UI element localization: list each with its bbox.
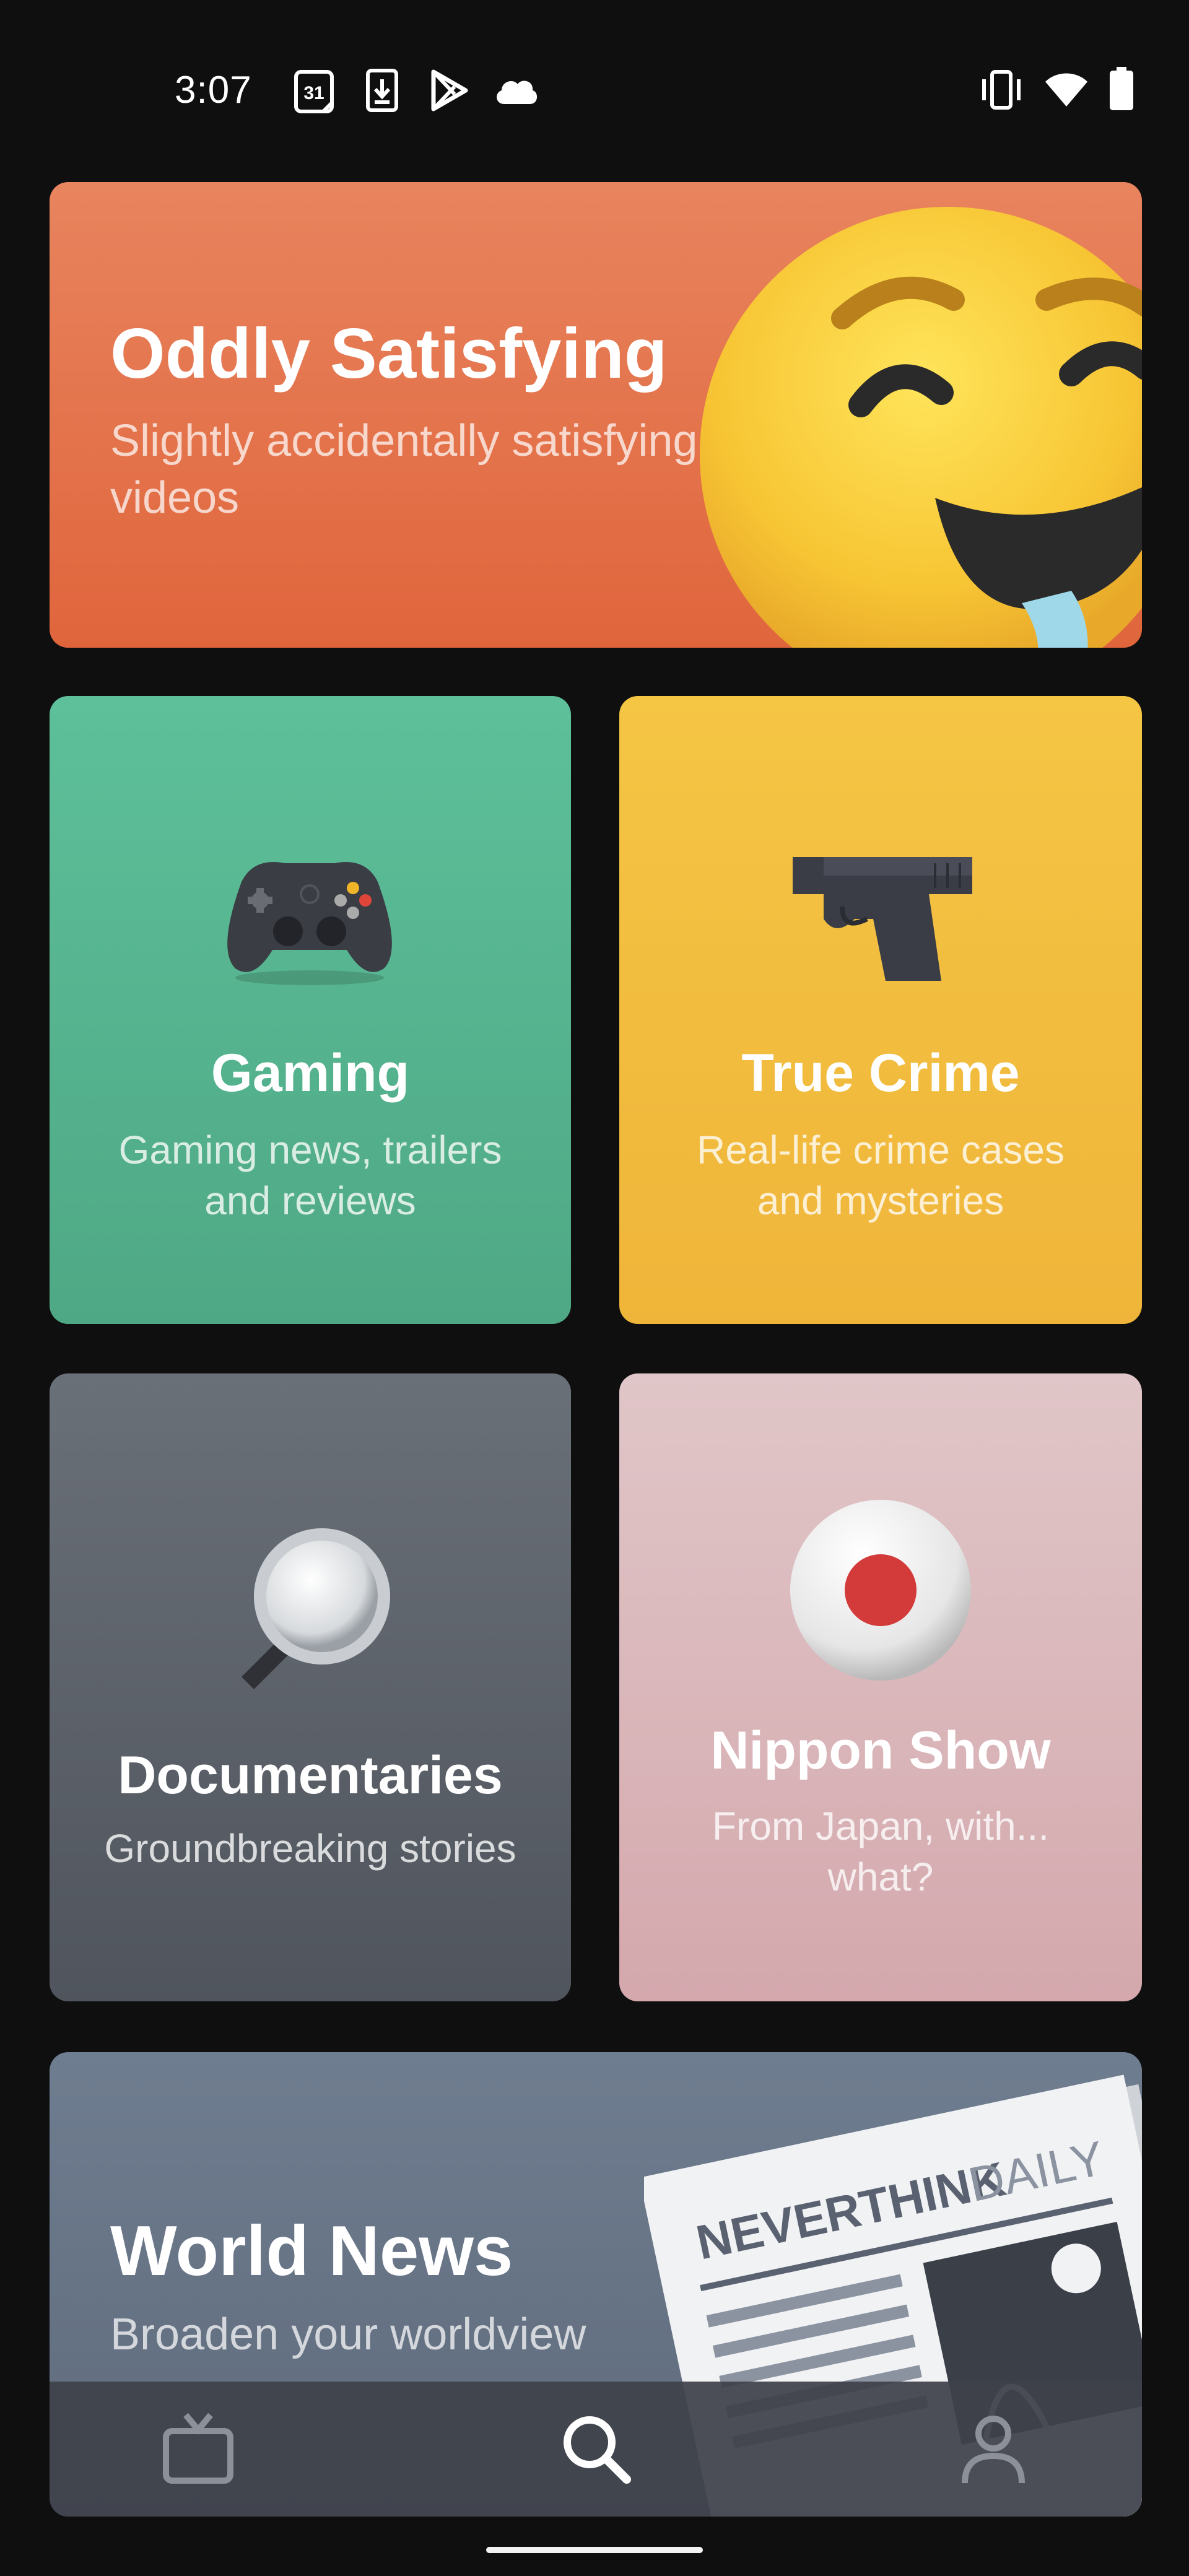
category-title: Oddly Satisfying bbox=[110, 315, 668, 393]
category-title: Gaming bbox=[211, 1043, 410, 1103]
calendar-icon: 31 bbox=[294, 68, 337, 118]
category-card-gaming[interactable]: Gaming Gaming news, trailers and reviews bbox=[50, 696, 571, 1324]
calendar-day-text: 31 bbox=[303, 83, 324, 103]
category-subtitle-line2: what? bbox=[827, 1855, 934, 1899]
category-title: World News bbox=[110, 2212, 513, 2291]
download-icon bbox=[365, 68, 399, 116]
drooling-face-icon bbox=[700, 207, 1142, 648]
pistol-icon bbox=[786, 838, 978, 990]
category-card-oddly-satisfying[interactable]: Oddly Satisfying Slightly accidentally s… bbox=[50, 182, 1142, 648]
category-subtitle-line1: Broaden your worldview bbox=[110, 2310, 586, 2359]
category-subtitle-line1: Groundbreaking stories bbox=[104, 1826, 516, 1871]
category-card-documentaries[interactable]: Documentaries Groundbreaking stories bbox=[50, 1373, 571, 2001]
category-title: True Crime bbox=[741, 1043, 1020, 1103]
category-subtitle-line2: videos bbox=[110, 473, 240, 523]
category-subtitle-line1: Real-life crime cases bbox=[697, 1128, 1065, 1172]
magnifying-glass-icon bbox=[217, 1516, 403, 1705]
play-store-icon bbox=[430, 69, 469, 115]
category-card-nippon-show[interactable]: Nippon Show From Japan, with... what? bbox=[619, 1373, 1142, 2001]
nav-profile-button[interactable] bbox=[950, 2406, 1037, 2493]
home-indicator[interactable] bbox=[486, 2547, 703, 2553]
status-bar: 3:07 31 bbox=[0, 0, 1189, 161]
category-card-true-crime[interactable]: True Crime Real-life crime cases and mys… bbox=[619, 696, 1142, 1324]
profile-icon bbox=[956, 2411, 1030, 2489]
status-time: 3:07 bbox=[175, 69, 252, 111]
category-subtitle-line1: Gaming news, trailers bbox=[118, 1128, 502, 1172]
search-icon bbox=[559, 2411, 633, 2489]
category-title: Documentaries bbox=[118, 1746, 503, 1805]
category-subtitle-line1: From Japan, with... bbox=[712, 1804, 1050, 1848]
wifi-icon bbox=[1044, 72, 1089, 111]
category-title: Nippon Show bbox=[710, 1721, 1051, 1780]
tv-icon bbox=[161, 2411, 235, 2489]
nav-search-button[interactable] bbox=[552, 2406, 639, 2493]
japan-flag-icon bbox=[788, 1497, 973, 1686]
bottom-navigation-bar bbox=[50, 2382, 1142, 2517]
category-subtitle-line1: Slightly accidentally satisfying bbox=[110, 416, 698, 466]
battery-icon bbox=[1108, 67, 1135, 115]
game-controller-icon bbox=[217, 838, 403, 990]
vibrate-icon bbox=[978, 69, 1024, 113]
cloud-icon bbox=[493, 76, 539, 110]
category-subtitle-line2: and reviews bbox=[204, 1178, 416, 1223]
category-subtitle-line2: and mysteries bbox=[757, 1178, 1004, 1223]
nav-tv-button[interactable] bbox=[155, 2406, 242, 2493]
